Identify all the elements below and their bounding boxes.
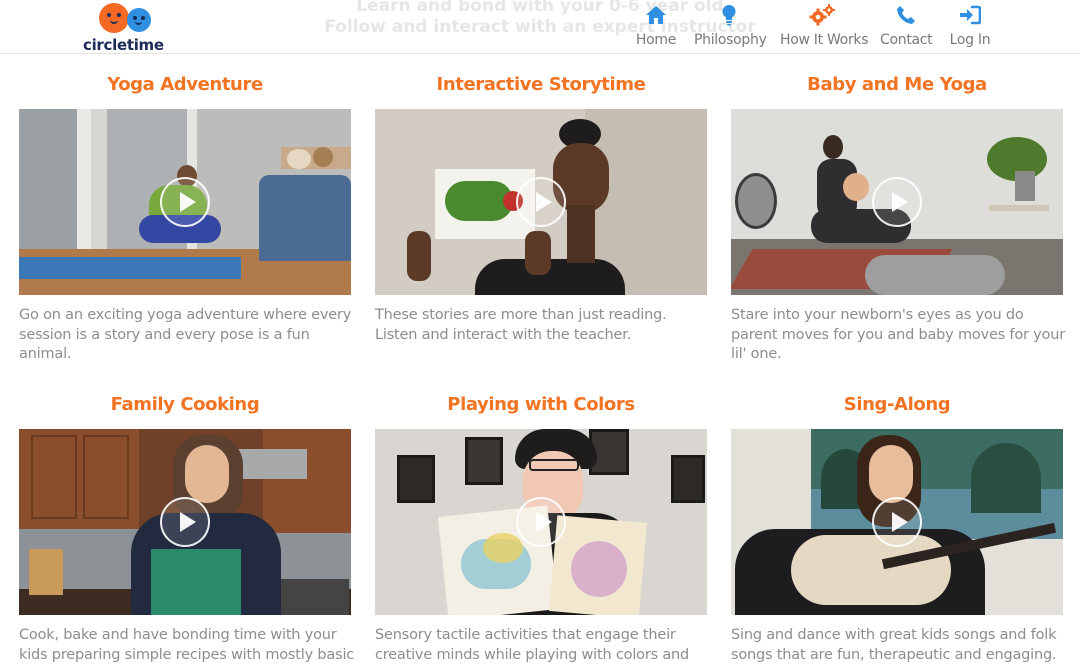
circletime-logo[interactable]: circletime xyxy=(82,2,172,54)
nav-how-it-works[interactable]: How It Works xyxy=(780,4,869,48)
nav-how-it-works-label: How It Works xyxy=(780,32,869,48)
class-title-yoga-adventure[interactable]: Yoga Adventure xyxy=(19,74,351,95)
sign-in-icon xyxy=(946,4,994,26)
class-title-playing-with-colors[interactable]: Playing with Colors xyxy=(375,394,707,415)
orange-face-icon xyxy=(99,3,129,33)
class-title-interactive-storytime[interactable]: Interactive Storytime xyxy=(375,74,707,95)
class-description-sing-along: Sing and dance with great kids songs and… xyxy=(731,627,1057,663)
class-video-playing-with-colors[interactable] xyxy=(375,429,707,615)
gears-icon xyxy=(780,4,864,26)
class-description-yoga-adventure: Go on an exciting yoga adventure where e… xyxy=(19,307,352,362)
class-video-yoga-adventure[interactable] xyxy=(19,109,351,295)
class-title-sing-along[interactable]: Sing-Along xyxy=(731,394,1063,415)
nav-home-label: Home xyxy=(635,32,677,48)
class-description-playing-with-colors: Sensory tactile activities that engage t… xyxy=(375,627,690,663)
class-video-baby-and-me-yoga[interactable] xyxy=(731,109,1063,295)
class-description-interactive-storytime: These stories are more than just reading… xyxy=(375,307,667,343)
nav-philosophy[interactable]: Philosophy xyxy=(694,4,767,48)
nav-philosophy-label: Philosophy xyxy=(694,32,767,48)
play-icon[interactable] xyxy=(160,497,210,547)
class-title-baby-and-me-yoga[interactable]: Baby and Me Yoga xyxy=(731,74,1063,95)
class-video-interactive-storytime[interactable] xyxy=(375,109,707,295)
home-icon xyxy=(630,4,682,26)
nav-log-in-label: Log In xyxy=(949,32,991,48)
play-icon[interactable] xyxy=(516,177,566,227)
play-icon[interactable] xyxy=(872,177,922,227)
class-description-baby-and-me-yoga: Stare into your newborn's eyes as you do… xyxy=(731,307,1065,362)
class-description-family-cooking: Cook, bake and have bonding time with yo… xyxy=(19,627,355,663)
class-title-family-cooking[interactable]: Family Cooking xyxy=(19,394,351,415)
nav-contact-label: Contact xyxy=(880,32,933,48)
logo-wordmark: circletime xyxy=(83,36,164,54)
class-video-family-cooking[interactable] xyxy=(19,429,351,615)
nav-contact[interactable]: Contact xyxy=(880,4,933,48)
nav-log-in[interactable]: Log In xyxy=(946,4,994,48)
play-icon[interactable] xyxy=(160,177,210,227)
site-header: Learn and bond with your 0-6 year old Fo… xyxy=(0,0,1080,54)
blue-face-icon xyxy=(127,8,151,32)
phone-icon xyxy=(880,4,932,26)
lightbulb-icon xyxy=(694,4,764,26)
play-icon[interactable] xyxy=(516,497,566,547)
nav-home[interactable]: Home xyxy=(630,4,682,48)
class-video-sing-along[interactable] xyxy=(731,429,1063,615)
play-icon[interactable] xyxy=(872,497,922,547)
